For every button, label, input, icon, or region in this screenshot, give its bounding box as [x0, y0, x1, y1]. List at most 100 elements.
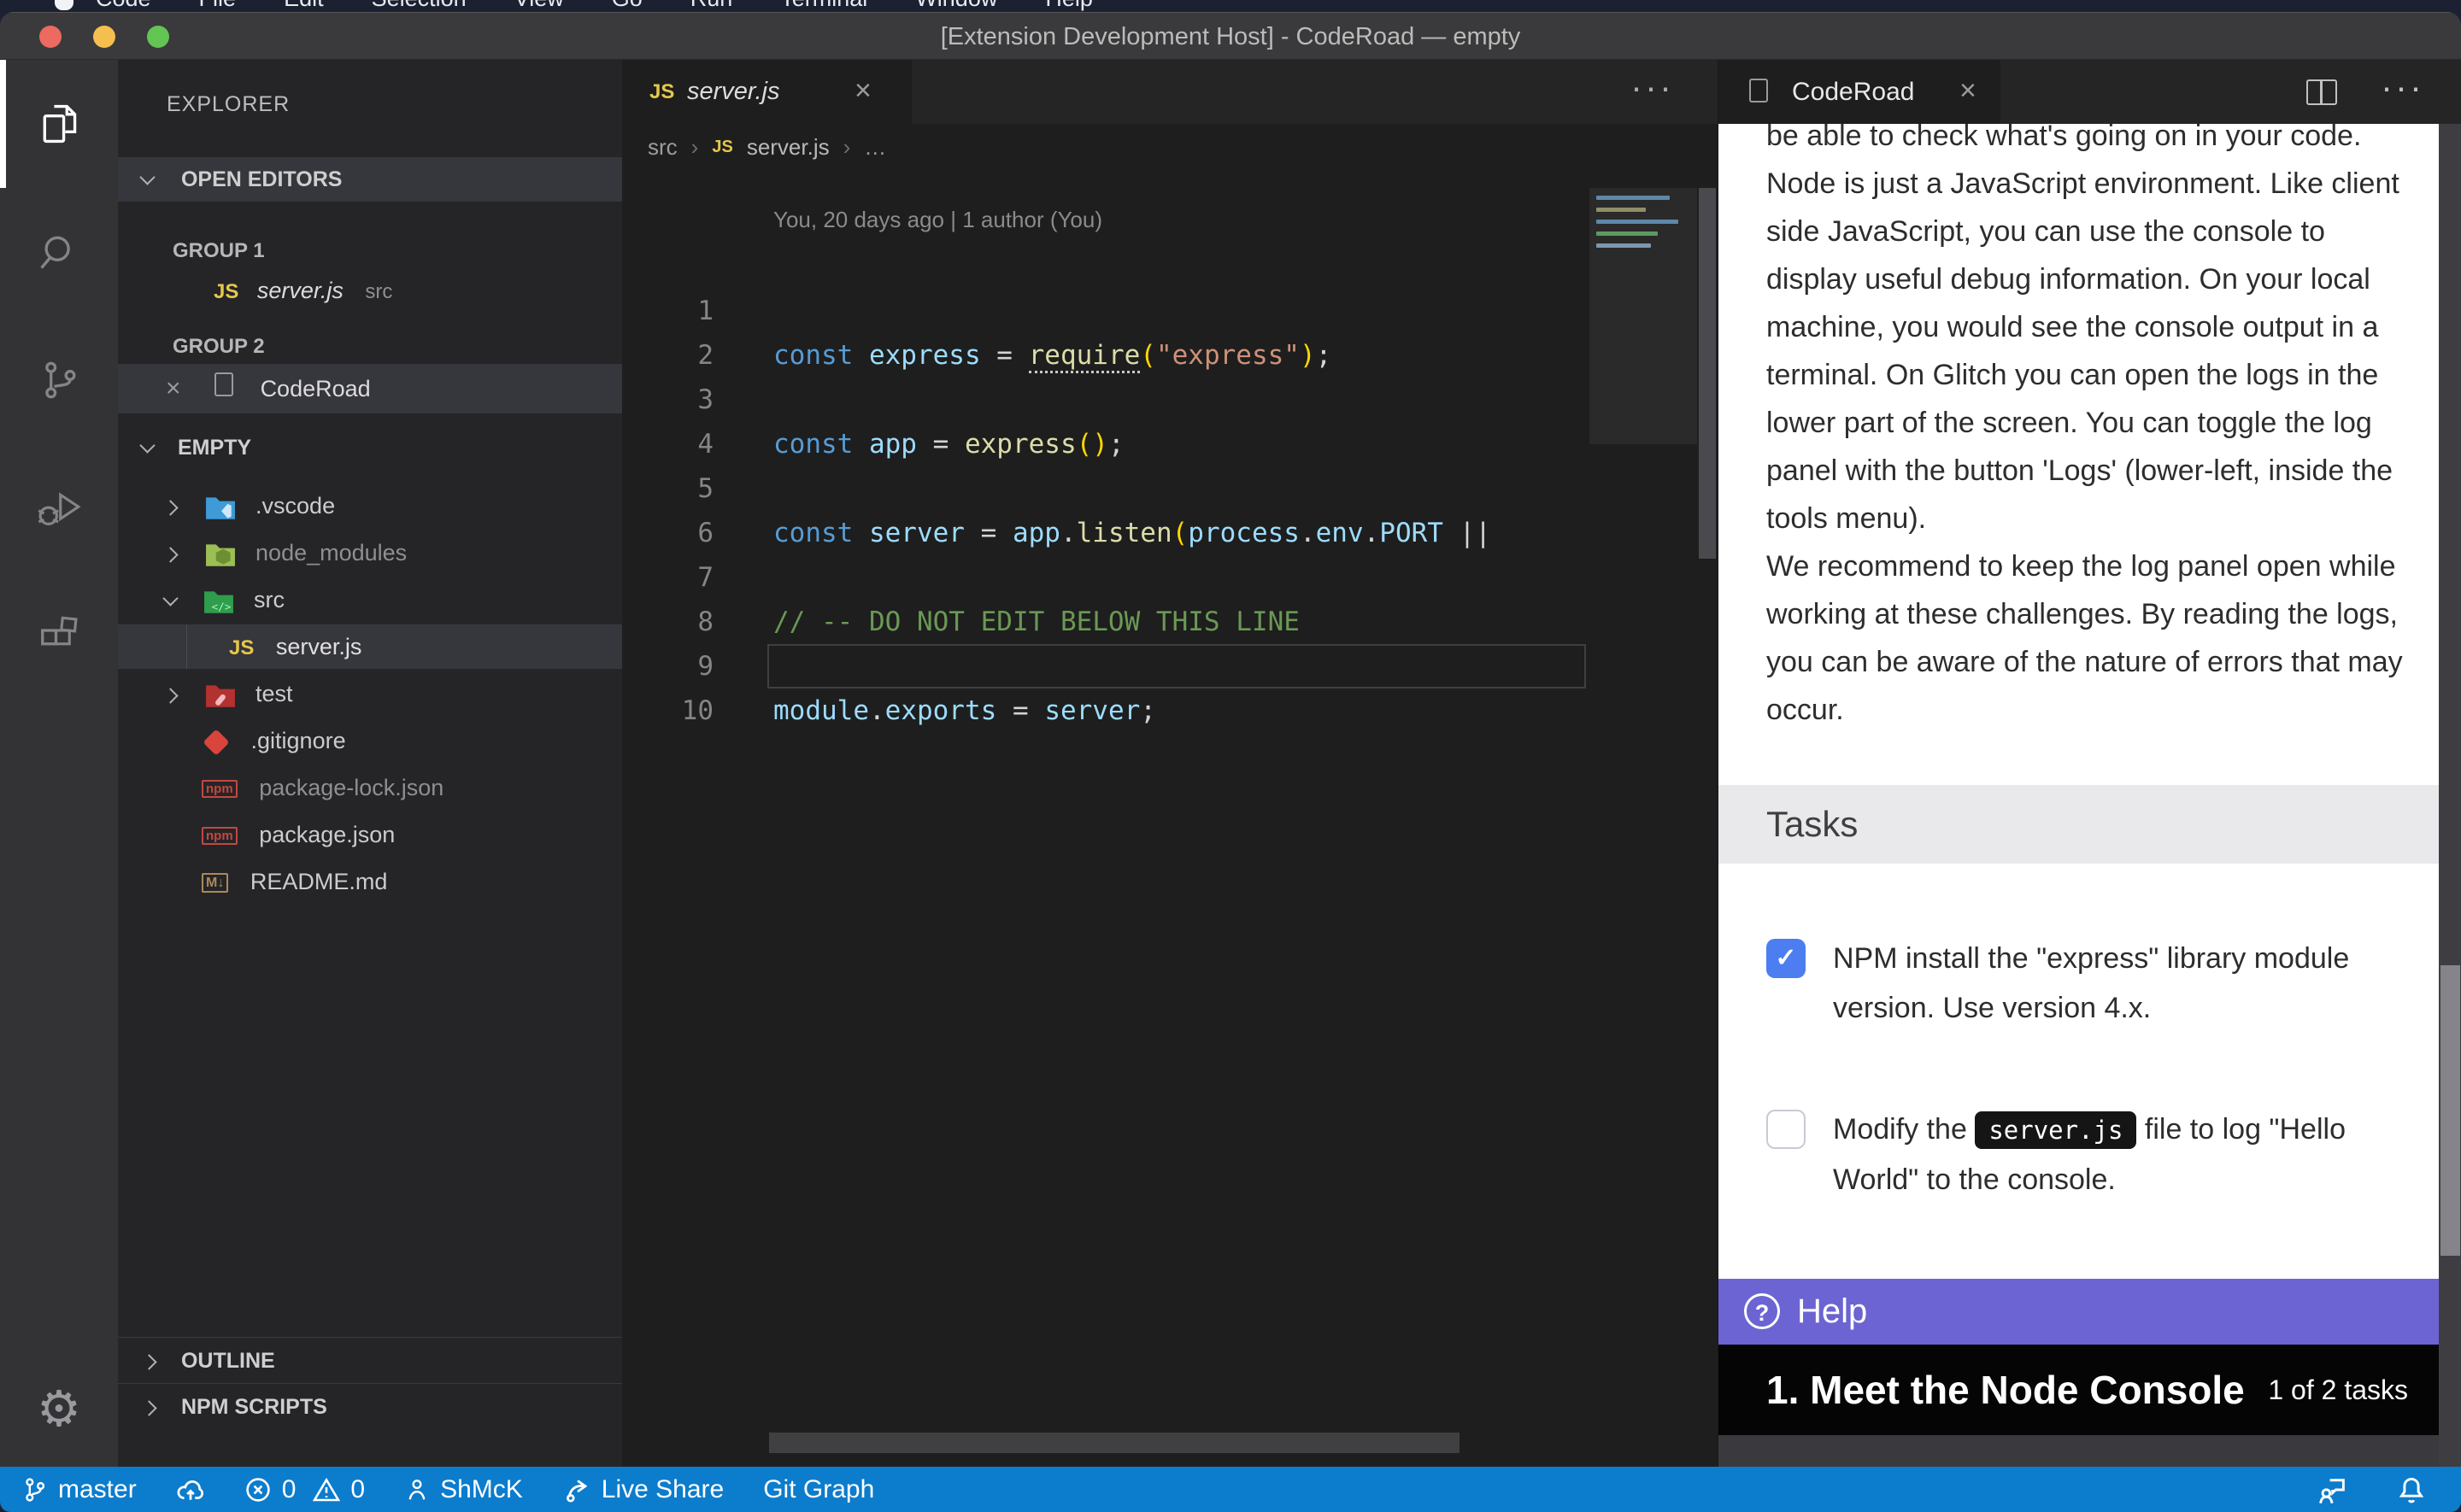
branch-name: master: [58, 1475, 137, 1504]
menu-item-run[interactable]: Run: [690, 0, 733, 12]
tab-label: CodeRoad: [1792, 60, 1914, 124]
close-icon[interactable]: ×: [166, 374, 181, 402]
menu-item-selection[interactable]: Selection: [372, 0, 467, 12]
menu-item-view[interactable]: View: [514, 0, 564, 12]
breadcrumb-src[interactable]: src: [648, 124, 678, 171]
code-line-6[interactable]: 6: [622, 466, 1596, 511]
open-editor-serverjs[interactable]: JS server.js src: [118, 268, 622, 313]
checkbox-checked[interactable]: ✓: [1766, 939, 1806, 978]
code-line-7[interactable]: 7 // -- DO NOT EDIT BELOW THIS LINE: [622, 511, 1596, 555]
code-line-5[interactable]: 5 const server = app.listen(process.env.…: [622, 422, 1596, 466]
breadcrumb-more[interactable]: …: [864, 124, 886, 171]
lesson-title: 1. Meet the Node Console: [1766, 1345, 2245, 1435]
menu-item-window[interactable]: Window: [915, 0, 997, 12]
editor-actions-more-icon[interactable]: ···: [1630, 67, 1674, 108]
chevron-right-icon: [141, 1400, 156, 1415]
search-icon[interactable]: [0, 188, 118, 316]
code-line-8[interactable]: 8: [622, 555, 1596, 600]
chevron-right-icon: [141, 1354, 156, 1369]
git-branch-icon: [22, 1475, 48, 1504]
tab-serverjs[interactable]: JS server.js ×: [622, 60, 913, 124]
open-editor-detail: src: [365, 280, 392, 303]
close-icon[interactable]: ×: [855, 60, 872, 122]
tree-item-readme[interactable]: M↓ README.md: [118, 859, 622, 904]
code-line-2[interactable]: 2: [622, 289, 1596, 333]
activity-bar: ⚙: [0, 60, 118, 1467]
chevron-right-icon: [162, 500, 178, 515]
code-line-9[interactable]: 9 module.exports = server;: [622, 600, 1596, 644]
markdown-icon: M↓: [202, 873, 228, 893]
open-editors-header[interactable]: OPEN EDITORS: [118, 157, 622, 202]
live-share-item[interactable]: Live Share: [562, 1475, 724, 1504]
panel-actions-more-icon[interactable]: ···: [2381, 67, 2424, 108]
run-debug-icon[interactable]: [0, 444, 118, 572]
code-editor[interactable]: 1 const express = require("express"); 2 …: [622, 244, 1596, 689]
extensions-icon[interactable]: [0, 572, 118, 700]
split-editor-icon[interactable]: [2306, 79, 2337, 105]
minimap[interactable]: [1589, 188, 1697, 444]
tree-item-src[interactable]: </> src: [118, 577, 622, 622]
help-label: Help: [1797, 1279, 1867, 1345]
explorer-icon[interactable]: [0, 60, 118, 188]
git-graph-item[interactable]: Git Graph: [763, 1475, 874, 1504]
code-line-1[interactable]: 1 const express = require("express");: [622, 244, 1596, 289]
vertical-scrollbar[interactable]: [1699, 188, 1716, 559]
window-title-bar[interactable]: [Extension Development Host] - CodeRoad …: [0, 12, 2461, 60]
sync-changes-item[interactable]: [176, 1475, 205, 1504]
status-bar: master 0 0: [0, 1467, 2461, 1512]
tree-item-test[interactable]: test: [118, 671, 622, 716]
breadcrumb-file[interactable]: server.js: [747, 124, 830, 171]
close-icon[interactable]: ×: [1959, 60, 1976, 122]
horizontal-scrollbar[interactable]: [769, 1433, 1460, 1453]
editor-group1-label: GROUP 1: [173, 239, 265, 263]
open-editor-name: server.js: [257, 278, 344, 303]
checkbox-unchecked[interactable]: [1766, 1110, 1806, 1149]
chevron-down-icon: [139, 437, 155, 453]
menu-item-file[interactable]: File: [199, 0, 237, 12]
tree-item-node-modules[interactable]: node_modules: [118, 530, 622, 575]
coderoad-webview: be able to check what's going on in your…: [1718, 124, 2439, 1279]
code-line-4[interactable]: 4: [622, 378, 1596, 422]
code-line-3[interactable]: 3 const app = express();: [622, 333, 1596, 378]
panel-scrollbar-thumb[interactable]: [2440, 965, 2460, 1256]
problems-item[interactable]: 0 0: [244, 1475, 365, 1504]
npm-icon: npm: [202, 827, 238, 845]
bell-icon: [2396, 1474, 2427, 1505]
tab-coderoad[interactable]: CodeRoad ×: [1718, 60, 2000, 124]
webview-file-icon: [1749, 79, 1768, 103]
feedback-item[interactable]: [2317, 1474, 2348, 1505]
menu-item-code[interactable]: Code: [96, 0, 151, 12]
lesson-paragraph: be able to check what's going on in your…: [1766, 124, 2415, 542]
source-control-icon[interactable]: [0, 316, 118, 444]
outline-section-header[interactable]: OUTLINE: [118, 1337, 622, 1383]
tree-item-vscode[interactable]: .vscode: [118, 483, 622, 528]
vscode-window: [Extension Development Host] - CodeRoad …: [0, 12, 2461, 1512]
lesson-footer[interactable]: 1. Meet the Node Console 1 of 2 tasks: [1718, 1345, 2439, 1435]
panel-scrollbar-track[interactable]: [2439, 124, 2461, 1467]
git-branch-item[interactable]: master: [22, 1475, 137, 1504]
npm-scripts-section-header[interactable]: NPM SCRIPTS: [118, 1383, 622, 1429]
tree-item-package-lock[interactable]: npm package-lock.json: [118, 765, 622, 810]
tree-item-package-json[interactable]: npm package.json: [118, 812, 622, 857]
feedback-icon: [2317, 1474, 2348, 1505]
tree-item-serverjs-selected[interactable]: JS server.js: [118, 624, 622, 669]
tree-item-gitignore[interactable]: .gitignore: [118, 718, 622, 763]
open-editor-coderoad[interactable]: × CodeRoad: [118, 364, 622, 413]
git-graph-label: Git Graph: [763, 1475, 874, 1504]
menu-item-edit[interactable]: Edit: [284, 0, 324, 12]
menu-item-terminal[interactable]: Terminal: [780, 0, 867, 12]
notifications-item[interactable]: [2396, 1474, 2427, 1505]
help-question-icon: ?: [1744, 1293, 1780, 1329]
settings-gear-icon[interactable]: ⚙: [0, 1357, 118, 1460]
warnings-icon: [313, 1476, 340, 1503]
menu-item-help[interactable]: Help: [1045, 0, 1093, 12]
inline-code-chip: server.js: [1975, 1111, 2136, 1149]
test-folder-icon: [205, 683, 236, 708]
person-icon: [404, 1475, 430, 1504]
menu-item-go[interactable]: Go: [612, 0, 643, 12]
folder-section-header[interactable]: EMPTY: [118, 425, 622, 470]
help-bar[interactable]: ? Help: [1718, 1279, 2439, 1345]
liveshare-account-item[interactable]: ShMcK: [404, 1475, 523, 1504]
macos-menu-bar: Code File Edit Selection View Go Run Ter…: [0, 0, 2461, 12]
js-file-icon: JS: [712, 124, 732, 171]
